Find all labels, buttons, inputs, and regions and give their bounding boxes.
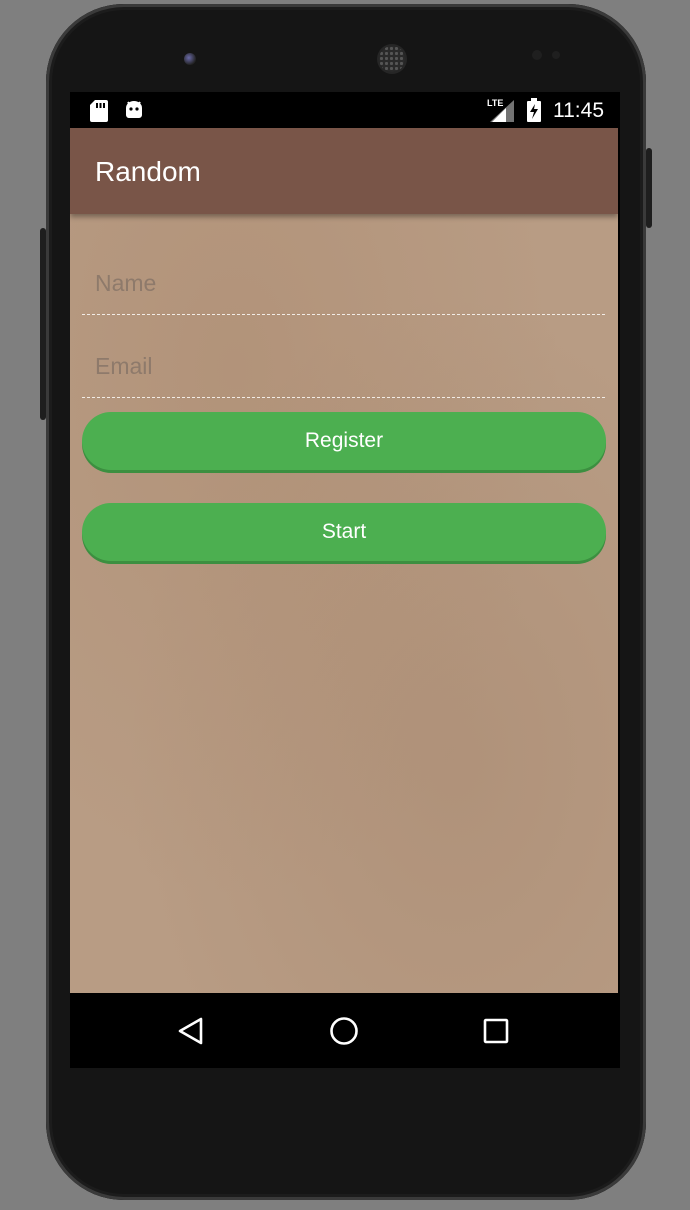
recents-icon [483,1018,509,1044]
front-camera [184,53,196,65]
screen: LTE 11:45 Random Register Start [70,92,620,1068]
email-field[interactable] [82,317,605,398]
back-icon [178,1017,203,1045]
app-bar: Random [70,128,618,214]
email-input[interactable] [93,352,597,381]
earpiece-speaker [379,46,405,72]
battery-charging-icon [526,98,542,127]
home-icon [330,1017,358,1045]
recents-button[interactable] [478,1013,514,1049]
power-button [646,148,652,228]
status-time: 11:45 [553,99,604,122]
sd-card-icon [90,100,108,127]
android-debug-icon [124,100,144,125]
name-field[interactable] [82,234,605,315]
proximity-sensor [532,50,542,60]
name-input[interactable] [93,269,597,298]
status-bar: LTE 11:45 [70,92,618,128]
register-button[interactable]: Register [82,412,606,470]
signal-icon [490,100,514,127]
content-area: Register Start [70,214,618,993]
home-button[interactable] [326,1013,362,1049]
light-sensor [552,51,560,59]
app-title: Random [95,156,201,187]
volume-button [40,228,46,420]
start-button[interactable]: Start [82,503,606,561]
back-button[interactable] [173,1013,209,1049]
navigation-bar [70,993,620,1068]
